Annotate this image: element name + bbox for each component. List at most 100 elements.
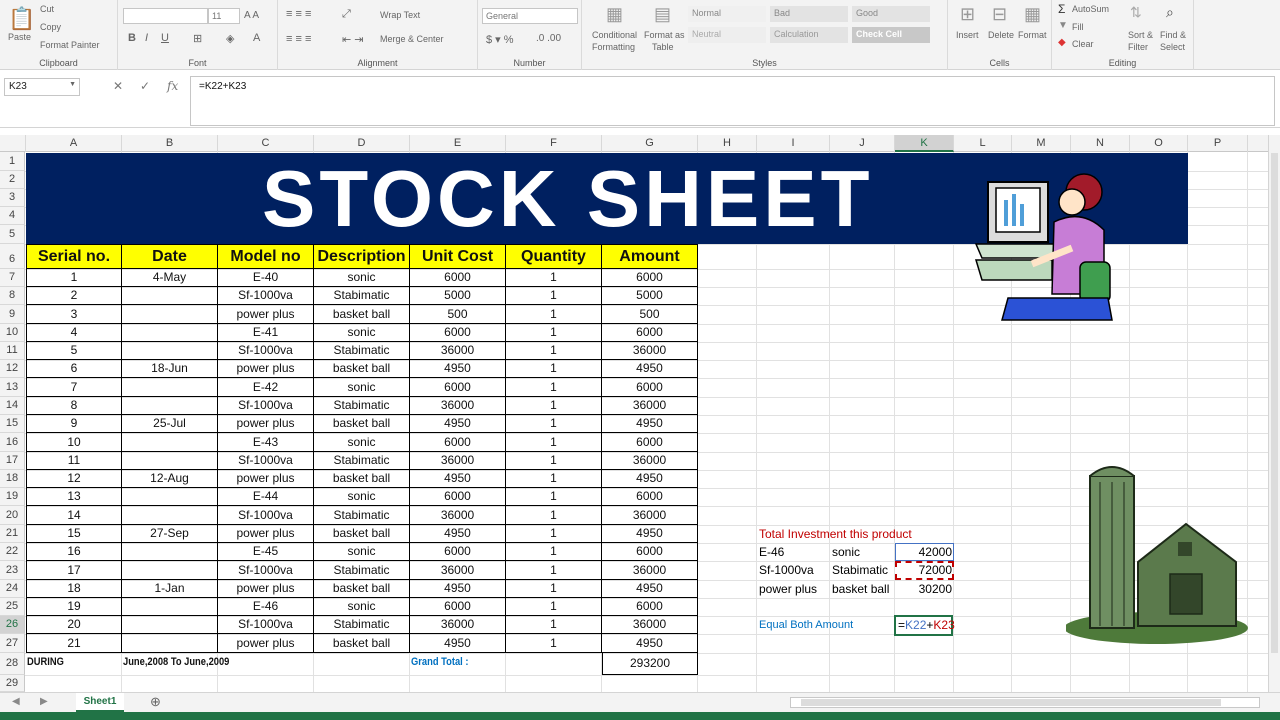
table-header-cell[interactable]: Quantity — [506, 244, 602, 269]
paste-button[interactable]: Paste — [8, 32, 31, 42]
column-header-j[interactable]: J — [830, 135, 895, 152]
indent-icon[interactable]: ⇤ ⇥ — [342, 33, 364, 46]
select-all-corner[interactable] — [0, 135, 26, 152]
row-header-28[interactable]: 28 — [0, 653, 25, 675]
grow-font-icon[interactable]: A A — [244, 10, 259, 21]
table-cell[interactable]: 5000 — [602, 287, 698, 305]
table-cell[interactable]: 13 — [26, 488, 122, 506]
style-bad[interactable]: Bad — [770, 6, 848, 22]
table-cell[interactable]: 4950 — [410, 470, 506, 488]
table-cell[interactable]: 4950 — [602, 634, 698, 653]
table-cell[interactable] — [122, 598, 218, 616]
during-label[interactable]: DURING — [27, 656, 64, 668]
table-cell[interactable]: 15 — [26, 525, 122, 543]
format-button[interactable]: Format — [1018, 30, 1047, 40]
column-header-l[interactable]: L — [954, 135, 1012, 152]
add-sheet-icon[interactable]: ⊕ — [150, 694, 161, 710]
table-cell[interactable]: 10 — [26, 433, 122, 452]
table-cell[interactable]: power plus — [218, 415, 314, 433]
table-cell[interactable]: 3 — [26, 305, 122, 324]
table-cell[interactable] — [122, 488, 218, 506]
copy-button[interactable]: Copy — [40, 22, 61, 32]
table-cell[interactable]: sonic — [314, 433, 410, 452]
table-header-cell[interactable]: Description — [314, 244, 410, 269]
name-box[interactable]: K23 ▼ — [4, 78, 80, 96]
format-as-table-icon[interactable]: ▤ — [654, 4, 671, 25]
table-cell[interactable]: Sf-1000va — [218, 506, 314, 525]
table-cell[interactable]: Sf-1000va — [218, 397, 314, 415]
table-cell[interactable]: 4950 — [602, 360, 698, 378]
table-cell[interactable]: basket ball — [314, 470, 410, 488]
table-cell[interactable]: E-42 — [218, 378, 314, 397]
table-cell[interactable]: 1 — [506, 634, 602, 653]
table-cell[interactable]: 14 — [26, 506, 122, 525]
horizontal-scroll-thumb[interactable] — [801, 699, 1221, 706]
delete-button[interactable]: Delete — [988, 30, 1014, 40]
column-header-p[interactable]: P — [1188, 135, 1248, 152]
borders-icon[interactable]: ⊞ — [193, 32, 202, 45]
table-cell[interactable]: 20 — [26, 616, 122, 634]
table-cell[interactable]: 36000 — [410, 616, 506, 634]
table-cell[interactable]: sonic — [314, 543, 410, 561]
insert-button[interactable]: Insert — [956, 30, 979, 40]
table-cell[interactable]: 5000 — [410, 287, 506, 305]
table-cell[interactable]: 4950 — [410, 360, 506, 378]
column-header-n[interactable]: N — [1071, 135, 1130, 152]
table-cell[interactable]: 4 — [26, 324, 122, 342]
table-cell[interactable] — [122, 324, 218, 342]
row-header-12[interactable]: 12 — [0, 360, 25, 378]
table-cell[interactable]: 1 — [506, 287, 602, 305]
investment-text[interactable]: E-46 — [759, 545, 784, 559]
table-cell[interactable]: 6000 — [410, 598, 506, 616]
row-header-6[interactable]: 6 — [0, 244, 25, 269]
row-header-7[interactable]: 7 — [0, 269, 25, 287]
table-header-cell[interactable]: Serial no. — [26, 244, 122, 269]
investment-text[interactable]: Stabimatic — [832, 563, 888, 577]
decimal-icon[interactable]: .0 .00 — [536, 33, 561, 44]
table-cell[interactable]: 1 — [506, 324, 602, 342]
column-header-k[interactable]: K — [895, 135, 954, 152]
row-header-14[interactable]: 14 — [0, 397, 25, 415]
table-cell[interactable]: 18-Jun — [122, 360, 218, 378]
table-cell[interactable] — [122, 616, 218, 634]
fill-icon[interactable]: ▼ — [1058, 20, 1068, 31]
table-cell[interactable]: Stabimatic — [314, 561, 410, 580]
paste-icon[interactable]: 📋 — [8, 6, 35, 32]
row-header-11[interactable]: 11 — [0, 342, 25, 360]
table-cell[interactable]: 6000 — [410, 269, 506, 287]
table-cell[interactable]: 4950 — [602, 470, 698, 488]
row-header-2[interactable]: 2 — [0, 171, 25, 189]
insert-icon[interactable]: ⊞ — [960, 4, 975, 25]
table-cell[interactable]: sonic — [314, 488, 410, 506]
column-header-c[interactable]: C — [218, 135, 314, 152]
table-cell[interactable] — [122, 305, 218, 324]
column-header-o[interactable]: O — [1130, 135, 1188, 152]
table-cell[interactable] — [122, 506, 218, 525]
table-cell[interactable]: 36000 — [410, 397, 506, 415]
table-header-cell[interactable]: Model no — [218, 244, 314, 269]
table-header-cell[interactable]: Amount — [602, 244, 698, 269]
table-cell[interactable]: E-43 — [218, 433, 314, 452]
column-header-h[interactable]: H — [698, 135, 757, 152]
table-cell[interactable]: 8 — [26, 397, 122, 415]
table-cell[interactable]: 1 — [506, 543, 602, 561]
italic-icon[interactable]: I — [145, 32, 148, 44]
table-cell[interactable]: 21 — [26, 634, 122, 653]
table-cell[interactable]: 6000 — [602, 269, 698, 287]
investment-text[interactable]: Sf-1000va — [759, 563, 814, 577]
table-cell[interactable]: 1 — [506, 470, 602, 488]
table-cell[interactable]: sonic — [314, 269, 410, 287]
investment-text[interactable]: power plus — [759, 582, 817, 596]
fill-button[interactable]: Fill — [1072, 22, 1084, 32]
row-header-22[interactable]: 22 — [0, 543, 25, 561]
table-cell[interactable] — [122, 397, 218, 415]
clear-icon[interactable]: ◆ — [1058, 37, 1066, 48]
table-cell[interactable]: E-46 — [218, 598, 314, 616]
table-cell[interactable]: 16 — [26, 543, 122, 561]
table-cell[interactable]: 36000 — [602, 506, 698, 525]
row-header-5[interactable]: 5 — [0, 225, 25, 244]
table-cell[interactable]: 36000 — [602, 616, 698, 634]
prev-sheet-icon[interactable]: ◀ — [12, 696, 20, 707]
table-cell[interactable] — [122, 634, 218, 653]
table-cell[interactable]: basket ball — [314, 305, 410, 324]
